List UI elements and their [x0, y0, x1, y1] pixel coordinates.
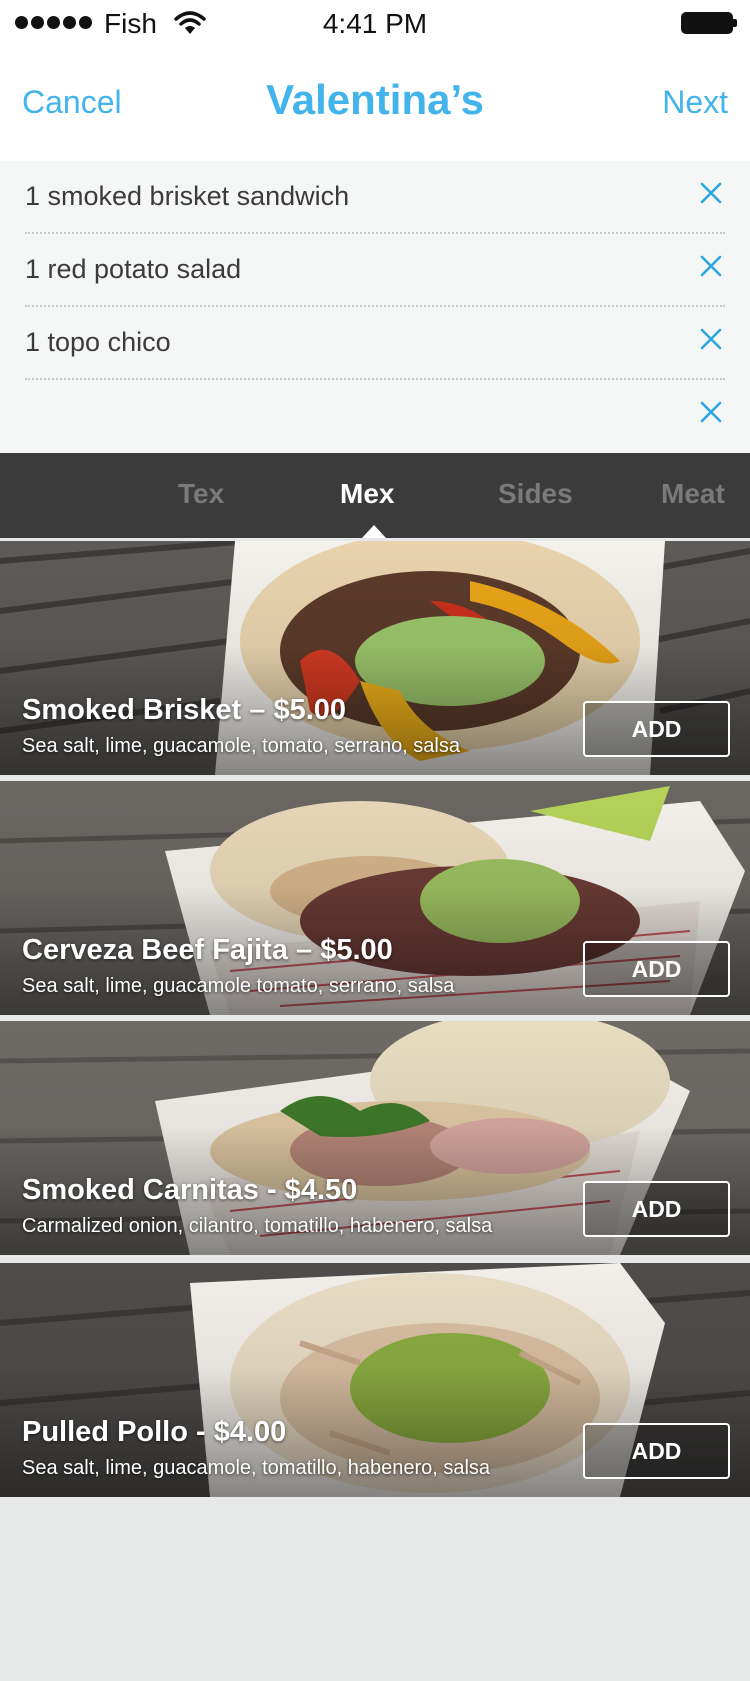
add-button[interactable]: ADD [583, 1423, 730, 1479]
page-title: Valentina’s [266, 76, 484, 123]
close-icon[interactable] [699, 400, 723, 424]
menu-item-description: Sea salt, lime, guacamole, tomato, serra… [22, 735, 460, 757]
order-item: 1 smoked brisket sandwich [25, 161, 725, 234]
menu-item-title: Smoked Carnitas - $4.50 [22, 1174, 358, 1206]
menu-item-description: Sea salt, lime, guacamole tomato, serran… [22, 975, 455, 997]
close-icon[interactable] [699, 181, 723, 205]
order-item-empty[interactable] [25, 380, 725, 453]
order-item-label: 1 smoked brisket sandwich [25, 181, 350, 211]
tab-sides[interactable]: Sides [498, 478, 573, 510]
menu-item-title: Pulled Pollo - $4.00 [22, 1416, 287, 1448]
tab-tex[interactable]: Tex [178, 478, 224, 510]
add-button[interactable]: ADD [583, 1181, 730, 1237]
menu-item-description: Sea salt, lime, guacamole, tomatillo, ha… [22, 1457, 491, 1479]
menu-item-card: Pulled Pollo - $4.00 Sea salt, lime, gua… [0, 1263, 750, 1497]
menu-item-card: Smoked Brisket – $5.00 Sea salt, lime, g… [0, 541, 750, 775]
close-icon[interactable] [699, 327, 723, 351]
status-time: 4:41 PM [322, 8, 428, 39]
tab-meat[interactable]: Meat [661, 478, 725, 510]
menu-item-card: Smoked Carnitas - $4.50 Carmalized onion… [0, 1021, 750, 1255]
order-item: 1 red potato salad [25, 234, 725, 307]
order-item-label: 1 topo chico [25, 327, 171, 357]
order-list: 1 smoked brisket sandwich 1 red potato s… [0, 161, 750, 453]
menu-item-title: Smoked Brisket – $5.00 [22, 694, 347, 726]
empty-area [0, 1504, 750, 1681]
order-item-label: 1 red potato salad [25, 254, 242, 284]
menu-item-title: Cerveza Beef Fajita – $5.00 [22, 934, 393, 966]
add-button[interactable]: ADD [583, 701, 730, 757]
battery-icon [681, 12, 737, 34]
add-button[interactable]: ADD [583, 941, 730, 997]
status-bar: Fish 4:41 PM [0, 0, 750, 46]
menu-item-description: Carmalized onion, cilantro, tomatillo, h… [22, 1215, 493, 1237]
close-icon[interactable] [699, 254, 723, 278]
next-button[interactable]: Next [662, 84, 728, 121]
menu-item-card: Cerveza Beef Fajita – $5.00 Sea salt, li… [0, 781, 750, 1015]
tab-mex[interactable]: Mex [340, 478, 394, 510]
navigation-bar: Cancel Valentina’s Next [0, 46, 750, 161]
active-tab-indicator [362, 525, 386, 538]
order-item: 1 topo chico [25, 307, 725, 380]
